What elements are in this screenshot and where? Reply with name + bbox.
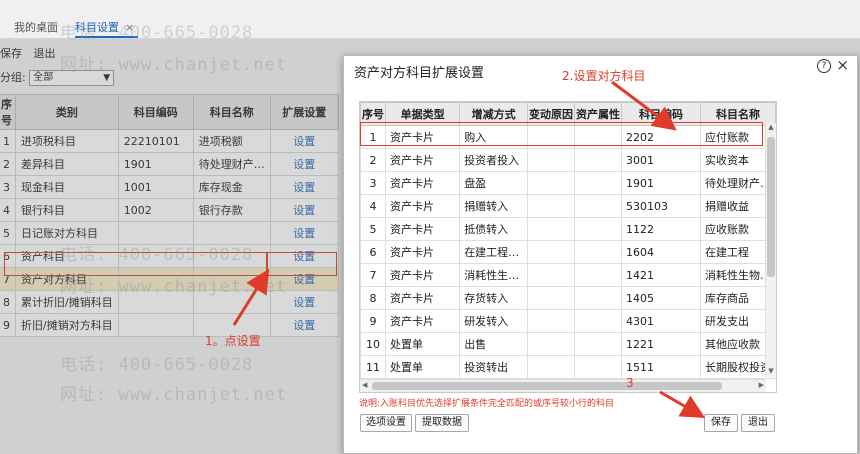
arrow-to-setting: [232, 268, 270, 326]
annotation-arrows: [232, 80, 706, 418]
arrow-to-subject-code: [611, 80, 677, 131]
arrow-to-save: [659, 390, 706, 418]
